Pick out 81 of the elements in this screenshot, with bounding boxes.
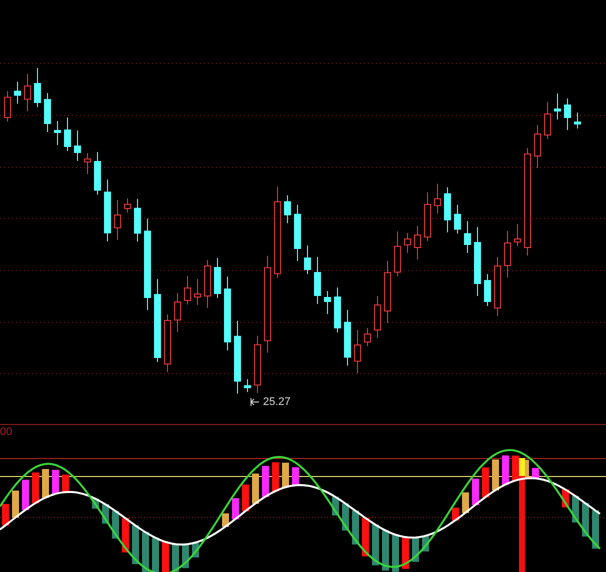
candlestick (14, 81, 21, 104)
candlestick (54, 120, 61, 146)
histogram-bar (42, 469, 49, 498)
price-label: 25.27 (263, 396, 291, 408)
histogram-bar (292, 467, 299, 486)
candlestick (534, 124, 541, 168)
signal-marker (519, 458, 525, 476)
histogram-bar (502, 455, 509, 485)
histogram-bar (62, 474, 69, 492)
candlestick (4, 90, 11, 122)
candlestick (164, 314, 171, 372)
histogram-bar (482, 467, 489, 498)
candlestick (304, 245, 311, 274)
candlestick (134, 198, 141, 242)
histogram-bar (232, 498, 239, 520)
histogram-bar (392, 534, 399, 572)
histogram-bar (532, 468, 539, 478)
candlestick (374, 296, 381, 338)
candlestick (254, 335, 261, 394)
histogram-bar (462, 492, 469, 513)
candlestick (364, 328, 371, 346)
histogram-bar (242, 484, 249, 512)
histogram-bar (512, 456, 519, 481)
candlestick (484, 274, 491, 306)
candlestick (244, 378, 251, 393)
candlestick (504, 230, 511, 278)
candlestick (34, 68, 41, 108)
candlestick (394, 230, 401, 277)
candlestick (454, 204, 461, 234)
candlestick (384, 260, 391, 324)
histogram-bar (2, 504, 9, 526)
candlestick (114, 200, 121, 240)
histogram-bar (162, 542, 169, 572)
histogram-bar (252, 474, 259, 504)
candlestick (24, 74, 31, 112)
histogram-bar (472, 478, 479, 506)
scale-label: 00 (0, 426, 12, 438)
candlestick (214, 258, 221, 298)
histogram-bar (282, 462, 289, 488)
candlestick (344, 309, 351, 366)
candlestick (414, 226, 421, 260)
candlestick (564, 98, 571, 130)
candlestick (464, 220, 471, 254)
candlestick (544, 102, 551, 140)
histogram-bar (272, 462, 279, 492)
histogram-bar (262, 466, 269, 497)
candlestick (94, 152, 101, 196)
candlestick (314, 256, 321, 304)
histogram-bar (372, 524, 379, 566)
candlestick (174, 292, 181, 332)
candlestick (104, 179, 111, 242)
candlestick (324, 290, 331, 314)
candlestick (194, 278, 201, 306)
candlestick (84, 152, 91, 174)
candlestick (334, 287, 341, 333)
candlestick (284, 194, 291, 224)
histogram-bar (52, 470, 59, 494)
candlestick (74, 130, 81, 162)
histogram-bar (32, 472, 39, 504)
candlestick (354, 330, 361, 374)
candlestick (64, 117, 71, 152)
candlestick (444, 186, 451, 233)
candlestick (434, 183, 441, 214)
histogram-bar (152, 538, 159, 572)
histogram-bar (12, 490, 19, 518)
candlestick (124, 198, 131, 213)
candlestick (404, 232, 411, 254)
histogram-bar (22, 480, 29, 510)
candlestick (554, 93, 561, 120)
candlestick (514, 224, 521, 246)
candlestick (44, 92, 51, 132)
candlestick (474, 226, 481, 296)
arrow-icon (250, 398, 260, 406)
candlestick (494, 256, 501, 316)
candlestick (184, 276, 191, 305)
candlestick (294, 204, 301, 262)
histogram-bar (382, 530, 389, 571)
histogram-bar (492, 459, 499, 490)
candlestick (574, 112, 581, 129)
candlestick (424, 192, 431, 242)
candlestick (204, 260, 211, 308)
